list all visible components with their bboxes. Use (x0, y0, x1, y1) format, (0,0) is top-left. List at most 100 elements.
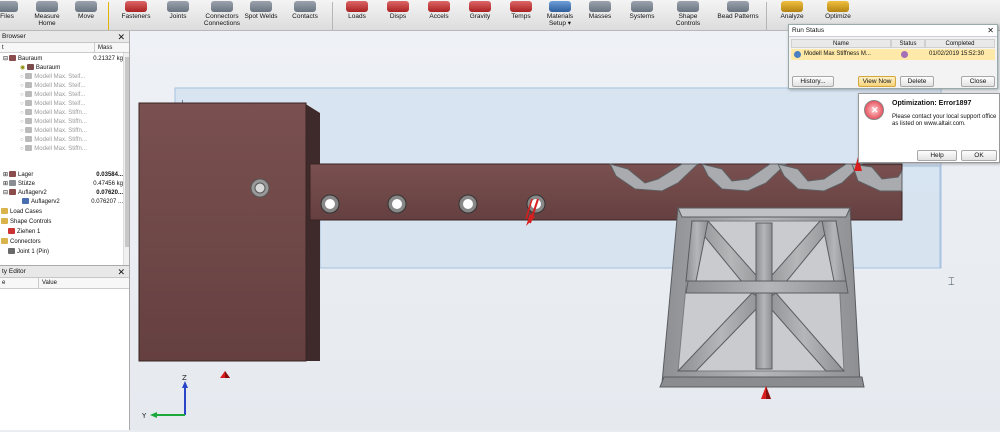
loads-button[interactable]: Loads (344, 0, 370, 31)
tree-item-result[interactable]: ○ Modell Max. Stiffn... (20, 136, 87, 145)
files-button[interactable]: Files (0, 0, 18, 31)
lager-block-part[interactable] (138, 102, 320, 362)
temps-button[interactable]: Temps (509, 0, 533, 31)
contacts-icon (294, 1, 316, 12)
tree-item-result[interactable]: ○ Modell Max. Steif... (20, 91, 85, 100)
result-icon (25, 145, 33, 152)
tree-item-connectors[interactable]: Connectors (1, 238, 41, 247)
gravity-icon (469, 1, 491, 12)
systems-icon (631, 1, 653, 12)
spot-welds-icon (250, 1, 272, 12)
tree-item-joint-1[interactable]: Joint 1 (Pin) (8, 248, 49, 257)
tree-item-load-cases[interactable]: Load Cases (1, 208, 42, 217)
part-group-icon (9, 189, 16, 196)
disps-icon (387, 1, 409, 12)
tree-item-result[interactable]: ○ Modell Max. Stiffn... (20, 118, 87, 127)
mass-value: 0.07620... (96, 190, 123, 196)
tree-item-result[interactable]: ○ Modell Max. Steif... (20, 73, 85, 82)
result-icon (25, 82, 33, 89)
systems-button[interactable]: Systems (626, 0, 658, 31)
measure-button[interactable]: Measure Home (32, 0, 62, 31)
connectors-button[interactable]: Connectors Connections (202, 0, 242, 31)
help-button[interactable]: Help (917, 150, 957, 161)
run-status-window: Run Status ✕ Name Status Completed Model… (788, 24, 998, 89)
masses-button[interactable]: Masses (586, 0, 614, 31)
tree-item-result[interactable]: ○ Modell Max. Stiffn... (20, 145, 87, 154)
part-group-icon (9, 55, 16, 62)
scrollbar-thumb[interactable] (125, 57, 129, 247)
tree-item-ziehen-1[interactable]: Ziehen 1 (8, 228, 40, 237)
tree-item-lager[interactable]: ⊞ Lager (3, 171, 33, 180)
support-cone-shade (225, 371, 230, 378)
accels-button[interactable]: Accels (426, 0, 452, 31)
run-row[interactable]: Modell Max Stiffness M... 01/02/2019 15:… (791, 49, 995, 60)
run-icon (794, 51, 801, 58)
ok-button[interactable]: OK (961, 150, 997, 161)
close-button[interactable]: Close (961, 76, 995, 87)
model-browser-panel: Browser ✕ t Mass ⊟ Bauraum 0.21327 kg ◉ B… (0, 31, 130, 265)
delete-button[interactable]: Delete (900, 76, 934, 87)
browser-scrollbar[interactable] (123, 53, 129, 265)
shape-controls-icon (677, 1, 699, 12)
part-icon (9, 171, 16, 178)
shape-controls-button[interactable]: Shape Controls (666, 0, 710, 31)
part-icon (22, 198, 29, 205)
column-status[interactable]: Status (891, 39, 925, 48)
tree-item-bauraum[interactable]: ◉ Bauraum (20, 64, 60, 73)
tree-item-result[interactable]: ○ Modell Max. Steif... (20, 100, 85, 109)
bead-patterns-button[interactable]: Bead Patterns (716, 0, 760, 31)
model-viewport[interactable]: ⊥ ⌶ (130, 31, 1000, 430)
fasteners-button[interactable]: Fasteners (118, 0, 154, 31)
materials-button[interactable]: Materials Setup ▾ (542, 0, 578, 31)
browser-column-header: t Mass (0, 43, 129, 53)
history-button[interactable]: History... (792, 76, 834, 87)
mass-value: 0.076207 ... (91, 199, 123, 205)
view-now-button[interactable]: View Now (858, 76, 896, 87)
mass-value: 0.21327 kg (93, 56, 123, 62)
tree-item-shape-controls[interactable]: Shape Controls (1, 218, 51, 227)
joint-icon (8, 248, 15, 255)
bead-patterns-icon (727, 1, 749, 12)
measure-icon (36, 1, 58, 12)
analyze-icon (781, 1, 803, 12)
mass-value: 0.47456 kg (93, 181, 123, 187)
property-column-header: e Value (0, 278, 129, 289)
tree-item-bauraum-group[interactable]: ⊟ Bauraum (3, 55, 42, 64)
files-icon (0, 1, 18, 12)
column-name[interactable]: Name (791, 39, 891, 48)
spot-welds-button[interactable]: Spot Welds (244, 0, 278, 31)
joints-button[interactable]: Joints (166, 0, 190, 31)
close-icon[interactable]: ✕ (117, 31, 125, 43)
tree-item-result[interactable]: ○ Modell Max. Steif... (20, 82, 85, 91)
model-canvas[interactable]: ⊥ ⌶ (130, 31, 1000, 430)
tree-item-result[interactable]: ○ Modell Max. Stiffn... (20, 127, 87, 136)
joints-icon (167, 1, 189, 12)
error-status-icon (901, 51, 908, 58)
disps-button[interactable]: Disps (386, 0, 410, 31)
svg-text:⌶: ⌶ (948, 275, 955, 288)
popup-title: Optimization: Error1897 (892, 100, 972, 107)
result-icon (25, 127, 33, 134)
contacts-button[interactable]: Contacts (290, 0, 320, 31)
optimization-error-popup: ✕ Optimization: Error1897 Please contact… (858, 93, 1000, 163)
close-icon[interactable]: ✕ (987, 25, 994, 37)
gravity-button[interactable]: Gravity (466, 0, 494, 31)
fasteners-icon (125, 1, 147, 12)
axis-triad: Z Y (141, 374, 188, 420)
column-completed[interactable]: Completed (925, 39, 995, 48)
tree-item-auflagerv2[interactable]: Auflagerv2 (22, 198, 60, 207)
tree-item-auflagerv2-group[interactable]: ⊟ Auflagerv2 (3, 189, 47, 198)
folder-icon (1, 208, 8, 215)
run-status-title: Run Status ✕ (789, 25, 997, 37)
stuetze-support-part[interactable] (659, 207, 865, 388)
move-button[interactable]: Move (75, 0, 97, 31)
tree-item-stuetze[interactable]: ⊞ Stütze (3, 180, 35, 189)
result-icon (25, 109, 33, 116)
shape-control-icon (8, 228, 15, 235)
tree-item-result[interactable]: ○ Modell Max. Stiffn... (20, 109, 87, 118)
result-icon (25, 136, 33, 143)
close-icon[interactable]: ✕ (117, 266, 125, 278)
property-editor-header: ty Editor ✕ (0, 266, 129, 278)
masses-icon (589, 1, 611, 12)
y-axis-label: Y (141, 412, 147, 420)
